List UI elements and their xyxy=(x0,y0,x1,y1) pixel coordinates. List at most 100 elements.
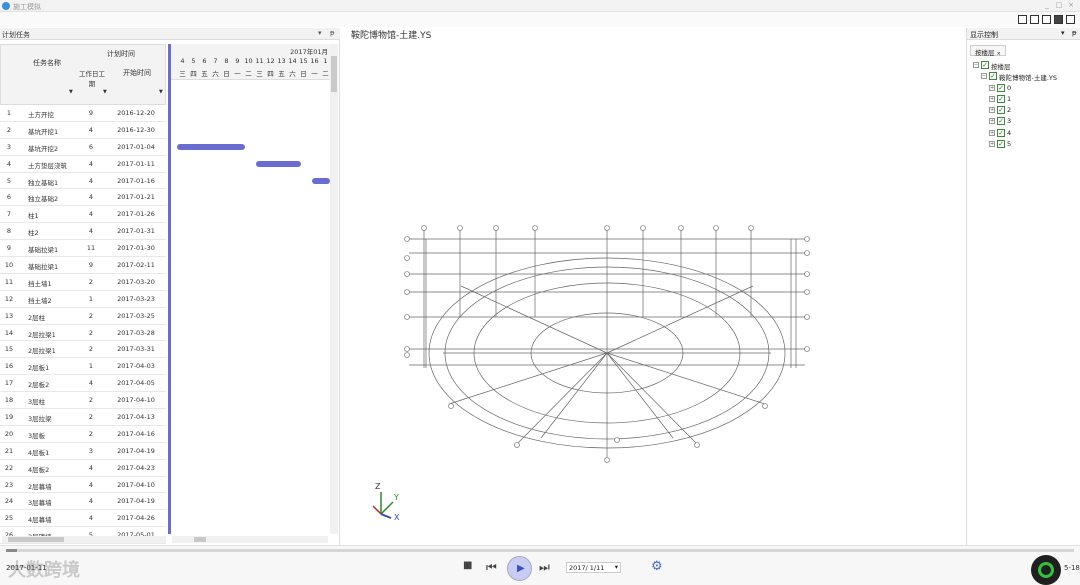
tree-floor-node[interactable]: + ✓ 3 xyxy=(973,116,1079,127)
table-row[interactable]: 3 基坑开挖2 6 2017-01-04 xyxy=(0,139,166,156)
timeline-progress-fill xyxy=(6,549,17,552)
expand-icon[interactable]: + xyxy=(989,141,995,148)
task-start-cell: 2017-03-28 xyxy=(117,328,155,337)
table-row[interactable]: 22 4层板2 4 2017-04-23 xyxy=(0,460,166,477)
expand-icon[interactable]: + xyxy=(989,129,995,136)
expand-icon[interactable]: + xyxy=(989,118,995,125)
stop-icon[interactable]: ■ xyxy=(463,560,472,571)
gantt-day-label: 5 xyxy=(191,57,196,65)
layout-single-icon[interactable] xyxy=(1018,15,1027,24)
gantt-bar-task-4[interactable] xyxy=(256,161,301,167)
filter-duration-icon[interactable]: ▼ xyxy=(103,89,107,95)
table-row[interactable]: 2 基坑开挖1 4 2016-12-30 xyxy=(0,122,166,139)
expand-icon[interactable]: + xyxy=(989,107,995,114)
task-vertical-scrollbar[interactable] xyxy=(330,44,338,534)
checkbox-checked-icon[interactable]: ✓ xyxy=(997,140,1005,149)
checkbox-checked-icon[interactable]: ✓ xyxy=(997,117,1005,126)
layout-three-icon[interactable] xyxy=(1042,15,1051,24)
table-row[interactable]: 8 柱2 4 2017-01-31 xyxy=(0,223,166,241)
table-row[interactable]: 18 3层柱 2 2017-04-10 xyxy=(0,392,166,410)
grid-horizontal-scrollbar[interactable] xyxy=(2,536,166,543)
row-number: 11 xyxy=(4,277,14,286)
tree-root-node[interactable]: − ✓ 按楼层 xyxy=(973,60,1079,71)
tab-by-floor[interactable]: 按楼层 × xyxy=(970,45,1006,57)
table-row[interactable]: 15 2层拉梁1 2 2017-03-31 xyxy=(0,341,166,359)
column-start-time[interactable]: 开始时间 xyxy=(109,68,165,78)
gantt-scroll-thumb[interactable] xyxy=(194,537,206,542)
tree-floor-node[interactable]: + ✓ 4 xyxy=(973,128,1079,139)
checkbox-checked-icon[interactable]: ✓ xyxy=(997,106,1005,115)
task-name-cell: 独立基础2 xyxy=(28,195,59,204)
panel-menu-arrow-icon[interactable]: ▾ xyxy=(1061,29,1065,37)
play-button[interactable]: ▶ xyxy=(507,556,532,581)
model-viewport[interactable]: 鞍陀博物馆-土建.YS Z Y X xyxy=(341,28,965,545)
table-row[interactable]: 16 2层板1 1 2017-04-03 xyxy=(0,358,166,376)
filter-start-icon[interactable]: ▼ xyxy=(159,89,163,95)
maximize-button[interactable]: □ xyxy=(1054,1,1064,9)
table-row[interactable]: 17 2层板2 4 2017-04-05 xyxy=(0,375,166,393)
table-row[interactable]: 21 4层板1 3 2017-04-19 xyxy=(0,443,166,460)
skip-forward-icon[interactable]: ⏭ xyxy=(539,560,550,575)
settings-gear-icon[interactable]: ⚙ xyxy=(651,559,663,574)
tree-floor-node[interactable]: + ✓ 0 xyxy=(973,83,1079,94)
task-start-cell: 2017-01-16 xyxy=(117,176,155,185)
grid-scroll-thumb[interactable] xyxy=(8,537,64,542)
table-row[interactable]: 10 基础拉梁1 9 2017-02-11 xyxy=(0,257,166,274)
layout-cube-icon[interactable] xyxy=(1054,15,1063,24)
column-duration[interactable]: 工作日工期 xyxy=(76,68,108,88)
table-row[interactable]: 19 3层拉梁 2 2017-04-13 xyxy=(0,409,166,426)
date-picker-field[interactable]: 2017/ 1/11 ▾ xyxy=(566,562,621,573)
table-row[interactable]: 5 独立基础1 4 2017-01-16 xyxy=(0,173,166,190)
timeline-progress-bar[interactable] xyxy=(6,549,1074,552)
expand-icon[interactable]: + xyxy=(989,84,995,91)
row-number: 1 xyxy=(6,109,12,117)
table-row[interactable]: 12 挡土墙2 1 2017-03-23 xyxy=(0,291,166,308)
table-row[interactable]: 11 挡土墙1 2 2017-03-20 xyxy=(0,274,166,291)
collapse-icon[interactable]: − xyxy=(973,62,979,68)
tree-floor-node[interactable]: + ✓ 5 xyxy=(973,139,1079,150)
table-row[interactable]: 1 土方开挖 9 2016-12-20 xyxy=(0,105,166,122)
gantt-day-label: 4 xyxy=(180,57,185,65)
expand-icon[interactable]: + xyxy=(989,95,995,102)
filter-name-icon[interactable]: ▼ xyxy=(69,89,73,95)
pin-icon[interactable]: ᵽ xyxy=(330,29,335,37)
simulation-player-bar: 大数跨境 2017-01-11 5-18 ■ ⏮ ▶ ⏭ 2017/ 1/11 ▾… xyxy=(0,545,1080,585)
table-row[interactable]: 7 柱1 4 2017-01-26 xyxy=(0,206,166,224)
table-row[interactable]: 4 土方垫层浇筑 4 2017-01-11 xyxy=(0,156,166,173)
table-row[interactable]: 6 独立基础2 4 2017-01-21 xyxy=(0,189,166,207)
checkbox-checked-icon[interactable]: ✓ xyxy=(997,83,1005,92)
table-row[interactable]: 25 4层幕墙 4 2017-04-26 xyxy=(0,510,166,528)
gantt-weekday-label: 一 xyxy=(311,70,318,78)
task-start-cell: 2016-12-30 xyxy=(117,125,155,134)
calendar-dropdown-icon[interactable]: ▾ xyxy=(615,563,618,571)
table-row[interactable]: 9 基础拉梁1 11 2017-01-30 xyxy=(0,240,166,258)
layers-icon[interactable] xyxy=(1066,15,1075,24)
checkbox-checked-icon[interactable]: ✓ xyxy=(981,61,989,69)
gantt-bar-task-3[interactable] xyxy=(177,144,245,150)
layout-split-icon[interactable] xyxy=(1030,15,1039,24)
task-duration-cell: 9 xyxy=(88,109,94,117)
column-task-name[interactable]: 任务名称 xyxy=(19,58,75,68)
gantt-horizontal-scrollbar[interactable] xyxy=(172,536,328,543)
table-row[interactable]: 13 2层柱 2 2017-03-25 xyxy=(0,308,166,325)
checkbox-checked-icon[interactable]: ✓ xyxy=(989,72,997,81)
table-row[interactable]: 20 3层板 2 2017-04-16 xyxy=(0,426,166,443)
minimize-button[interactable]: _ xyxy=(1042,1,1052,9)
table-row[interactable]: 14 2层拉梁1 2 2017-03-28 xyxy=(0,325,166,342)
table-row[interactable]: 23 2层幕墙 4 2017-04-10 xyxy=(0,477,166,494)
checkbox-checked-icon[interactable]: ✓ xyxy=(997,128,1005,137)
panel-menu-arrow-icon[interactable]: ▾ xyxy=(318,29,322,37)
table-row[interactable]: 24 3层幕墙 4 2017-04-19 xyxy=(0,493,166,511)
task-name-cell: 3层拉梁 xyxy=(28,415,52,424)
skip-back-icon[interactable]: ⏮ xyxy=(486,560,497,575)
tree-model-node[interactable]: − ✓ 鞍陀博物馆-土建.YS xyxy=(973,71,1079,82)
collapse-icon[interactable]: − xyxy=(981,73,987,80)
building-model-wireframe xyxy=(404,225,810,463)
close-button[interactable]: × xyxy=(1066,1,1076,9)
pin-icon[interactable]: ᵽ xyxy=(1072,29,1077,37)
tree-floor-node[interactable]: + ✓ 2 xyxy=(973,105,1079,116)
checkbox-checked-icon[interactable]: ✓ xyxy=(997,94,1005,103)
gantt-bar-task-5[interactable] xyxy=(312,178,330,184)
tree-floor-node[interactable]: + ✓ 1 xyxy=(973,94,1079,105)
scrollbar-thumb[interactable] xyxy=(331,56,337,92)
